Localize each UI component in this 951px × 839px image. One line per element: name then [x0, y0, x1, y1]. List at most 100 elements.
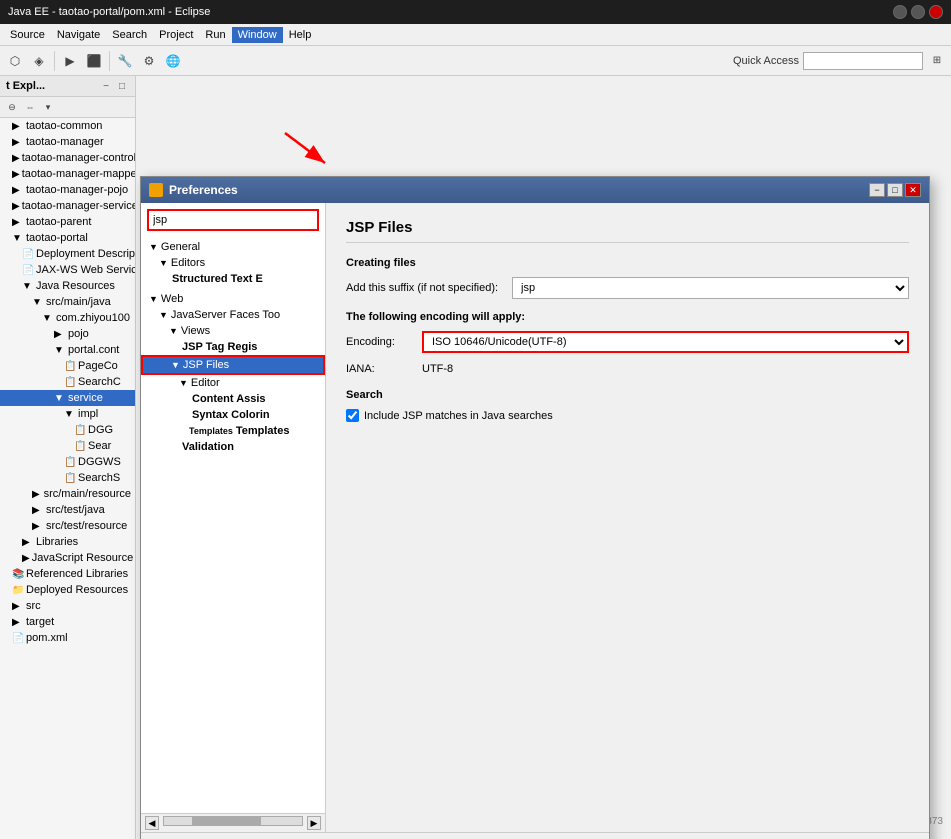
tree-item-target[interactable]: ▶ target: [0, 614, 135, 630]
project-icon: ▶: [12, 201, 20, 212]
tree-item-service[interactable]: ▼ service: [0, 390, 135, 406]
toolbar-btn-6[interactable]: ⚙: [138, 50, 160, 72]
perspective-btn[interactable]: ⊞: [927, 51, 947, 71]
include-jsp-checkbox[interactable]: [346, 409, 359, 422]
panel-maximize-btn[interactable]: □: [115, 79, 129, 93]
folder-icon: ▶: [22, 553, 30, 564]
dialog-title: Preferences: [169, 183, 238, 197]
dtree-web[interactable]: ▼ Web: [141, 291, 325, 307]
dialog-maximize-btn[interactable]: □: [887, 183, 903, 197]
toolbar-btn-4[interactable]: ⬛: [83, 50, 105, 72]
expand-arrow: ▼: [149, 242, 158, 252]
window-controls: [893, 5, 943, 19]
tree-item-manager-service[interactable]: ▶ taotao-manager-service: [0, 198, 135, 214]
dtree-structured-text[interactable]: Structured Text E: [141, 271, 325, 287]
encoding-select[interactable]: ISO 10646/Unicode(UTF-8): [422, 331, 909, 353]
tree-item-src[interactable]: ▶ src: [0, 598, 135, 614]
dialog-footer: ? ℹ Restore Defaults Apply OK Cancel: [141, 832, 929, 839]
tree-item-sear[interactable]: 📋 Sear: [0, 438, 135, 454]
scroll-right-btn[interactable]: ▶: [307, 816, 321, 830]
menu-help[interactable]: Help: [283, 27, 318, 43]
tree-item-src-main-resources[interactable]: ▶ src/main/resource: [0, 486, 135, 502]
menu-project[interactable]: Project: [153, 27, 199, 43]
dtree-templates[interactable]: Templates Templates: [141, 423, 325, 439]
menu-source[interactable]: Source: [4, 27, 51, 43]
tree-link-btn[interactable]: ⇔: [22, 99, 38, 115]
toolbar-btn-5[interactable]: 🔧: [114, 50, 136, 72]
quick-access-input[interactable]: [803, 52, 923, 70]
tree-item-portal[interactable]: ▼ taotao-portal: [0, 230, 135, 246]
folder-icon: ▼: [32, 297, 44, 308]
suffix-select[interactable]: jsp: [512, 277, 909, 299]
minimize-btn[interactable]: [893, 5, 907, 19]
dialog-minimize-btn[interactable]: −: [869, 183, 885, 197]
tree-item-manager-control[interactable]: ▶ taotao-manager-control: [0, 150, 135, 166]
tree-item-com-zhiyou[interactable]: ▼ com.zhiyou100: [0, 310, 135, 326]
tree-item-dggws[interactable]: 📋 DGGWS: [0, 454, 135, 470]
toolbar-btn-2[interactable]: ◈: [28, 50, 50, 72]
tree-item-dgg[interactable]: 📋 DGG: [0, 422, 135, 438]
tree-item-deployed-resources[interactable]: 📁 Deployed Resources: [0, 582, 135, 598]
tree-menu-btn[interactable]: ▾: [40, 99, 56, 115]
tree-item-src-test-resources[interactable]: ▶ src/test/resource: [0, 518, 135, 534]
dtree-editors[interactable]: ▼ Editors: [141, 255, 325, 271]
tree-item-jax-ws[interactable]: 📄 JAX-WS Web Service: [0, 262, 135, 278]
page-title: JSP Files: [346, 219, 909, 243]
tree-item-pojo[interactable]: ▶ pojo: [0, 326, 135, 342]
dialog-icon: [149, 183, 163, 197]
preferences-search-input[interactable]: [147, 209, 319, 231]
menu-search[interactable]: Search: [106, 27, 153, 43]
toolbar-btn-7[interactable]: 🌐: [162, 50, 184, 72]
library-icon: 📚: [12, 569, 24, 580]
tree-item-libraries[interactable]: ▶ Libraries: [0, 534, 135, 550]
close-btn[interactable]: [929, 5, 943, 19]
package-icon: ▼: [64, 409, 76, 420]
tree-item-referenced-libraries[interactable]: 📚 Referenced Libraries: [0, 566, 135, 582]
tree-item-pom[interactable]: 📄 pom.xml: [0, 630, 135, 646]
menu-navigate[interactable]: Navigate: [51, 27, 106, 43]
project-icon: ▶: [12, 169, 20, 180]
dtree-general[interactable]: ▼ General: [141, 239, 325, 255]
iana-label: IANA:: [346, 363, 416, 375]
preferences-tree: ▼ General ▼ Editors Structured Text E: [141, 203, 326, 832]
scroll-left-btn[interactable]: ◀: [145, 816, 159, 830]
toolbar-btn-3[interactable]: ▶: [59, 50, 81, 72]
project-icon: ▶: [12, 217, 24, 228]
tree-item-js-resources[interactable]: ▶ JavaScript Resource: [0, 550, 135, 566]
tree-item-manager-pojo[interactable]: ▶ taotao-manager-pojo: [0, 182, 135, 198]
toolbar-btn-1[interactable]: ⬡: [4, 50, 26, 72]
tree-item-parent[interactable]: ▶ taotao-parent: [0, 214, 135, 230]
tree-item-src-test-java[interactable]: ▶ src/test/java: [0, 502, 135, 518]
tree-item-portal-cont[interactable]: ▼ portal.cont: [0, 342, 135, 358]
dtree-jsp-tag-regis[interactable]: JSP Tag Regis: [141, 339, 325, 355]
dtree-jsf-tools[interactable]: ▼ JavaServer Faces Too: [141, 307, 325, 323]
tree-item-searchc[interactable]: 📋 SearchC: [0, 374, 135, 390]
class-icon: 📋: [74, 425, 86, 436]
maximize-btn[interactable]: [911, 5, 925, 19]
tree-item-searchs[interactable]: 📋 SearchS: [0, 470, 135, 486]
tree-collapse-btn[interactable]: ⊖: [4, 99, 20, 115]
iana-row: IANA: UTF-8: [346, 363, 909, 375]
tree-item-java-resources[interactable]: ▼ Java Resources: [0, 278, 135, 294]
menu-window[interactable]: Window: [232, 27, 283, 43]
tree-item-manager-mappe[interactable]: ▶ taotao-manager-mappe: [0, 166, 135, 182]
dtree-validation[interactable]: Validation: [141, 439, 325, 455]
tree-item-taotao-manager[interactable]: ▶ taotao-manager: [0, 134, 135, 150]
dtree-views[interactable]: ▼ Views: [141, 323, 325, 339]
dtree-jsp-files[interactable]: ▼ JSP Files: [141, 355, 325, 375]
tree-item-src-main-java[interactable]: ▼ src/main/java: [0, 294, 135, 310]
dtree-editor[interactable]: ▼ Editor: [141, 375, 325, 391]
dialog-close-btn[interactable]: ✕: [905, 183, 921, 197]
dtree-syntax-coloring[interactable]: Syntax Colorin: [141, 407, 325, 423]
preferences-content: JSP Files Creating files Add this suffix…: [326, 203, 929, 832]
xml-icon: 📄: [12, 633, 24, 644]
panel-minimize-btn[interactable]: −: [99, 79, 113, 93]
tree-item-taotao-common[interactable]: ▶ taotao-common: [0, 118, 135, 134]
dtree-content-assist[interactable]: Content Assis: [141, 391, 325, 407]
folder-icon: ▶: [12, 601, 24, 612]
menu-run[interactable]: Run: [199, 27, 231, 43]
tree-item-impl[interactable]: ▼ impl: [0, 406, 135, 422]
tree-item-pageco[interactable]: 📋 PageCo: [0, 358, 135, 374]
tree-item-deployment[interactable]: 📄 Deployment Descript: [0, 246, 135, 262]
package-icon: ▼: [42, 313, 54, 324]
